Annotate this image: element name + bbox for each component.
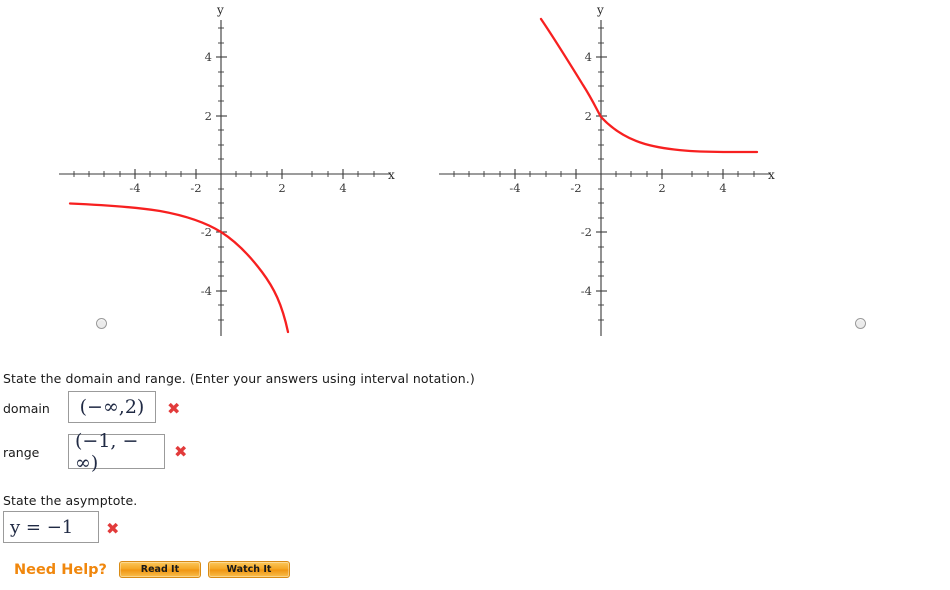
domain-input[interactable]: (−∞,2): [68, 391, 156, 423]
asymptote-prompt: State the asymptote.: [3, 493, 138, 508]
y-tick-label-4: 4: [585, 50, 592, 64]
y-axis-label: y: [216, 3, 224, 17]
x-axis-label: x: [768, 168, 775, 182]
y-axis-label: y: [596, 3, 604, 17]
domain-incorrect-icon: ✖: [167, 399, 181, 418]
graph-option-2[interactable]: -4 -2 2 4 4 2 -2 -4 x y: [420, 0, 866, 350]
need-help-row: Need Help? Read It Watch It: [14, 561, 297, 578]
x-tick-label-4: 4: [339, 181, 346, 195]
read-it-button[interactable]: Read It: [118, 561, 201, 578]
range-incorrect-icon: ✖: [174, 442, 188, 461]
domain-range-prompt: State the domain and range. (Enter your …: [3, 371, 475, 386]
x-tick-label-neg4: -4: [509, 181, 520, 195]
y-tick-label-neg4: -4: [201, 284, 212, 298]
graph-option-1-radio[interactable]: [96, 318, 107, 329]
y-tick-label-2: 2: [585, 109, 592, 123]
x-axis-label: x: [388, 168, 395, 182]
graph-option-1[interactable]: -4 -2 2 4 4 2 -2 -4 x y: [40, 0, 460, 350]
graph-option-2-radio[interactable]: [855, 318, 866, 329]
y-tick-label-neg2: -2: [581, 225, 592, 239]
y-tick-label-2: 2: [205, 109, 212, 123]
graph-1-plot: -4 -2 2 4 4 2 -2 -4 x y: [59, 3, 395, 336]
x-tick-label-4: 4: [719, 181, 726, 195]
y-tick-label-neg4: -4: [581, 284, 592, 298]
graph-choices: -4 -2 2 4 4 2 -2 -4 x y -4 -2 2 4 4 2 -2…: [0, 0, 950, 350]
x-tick-label-2: 2: [278, 181, 285, 195]
y-tick-label-4: 4: [205, 50, 212, 64]
asymptote-input[interactable]: y = −1: [3, 511, 99, 543]
x-tick-label-neg4: -4: [129, 181, 140, 195]
range-input[interactable]: (−1, − ∞): [68, 430, 165, 474]
asymptote-incorrect-icon: ✖: [106, 519, 120, 538]
curve-graph-2: [539, 17, 759, 154]
need-help-label: Need Help?: [14, 561, 107, 578]
x-tick-label-2: 2: [658, 181, 665, 195]
x-tick-label-neg2: -2: [570, 181, 581, 195]
x-tick-label-neg2: -2: [190, 181, 201, 195]
range-label: range: [3, 445, 40, 460]
watch-it-button[interactable]: Watch It: [207, 561, 290, 578]
domain-label: domain: [3, 401, 50, 416]
curve-graph-1: [68, 202, 290, 334]
graph-2-plot: -4 -2 2 4 4 2 -2 -4 x y: [439, 3, 775, 336]
